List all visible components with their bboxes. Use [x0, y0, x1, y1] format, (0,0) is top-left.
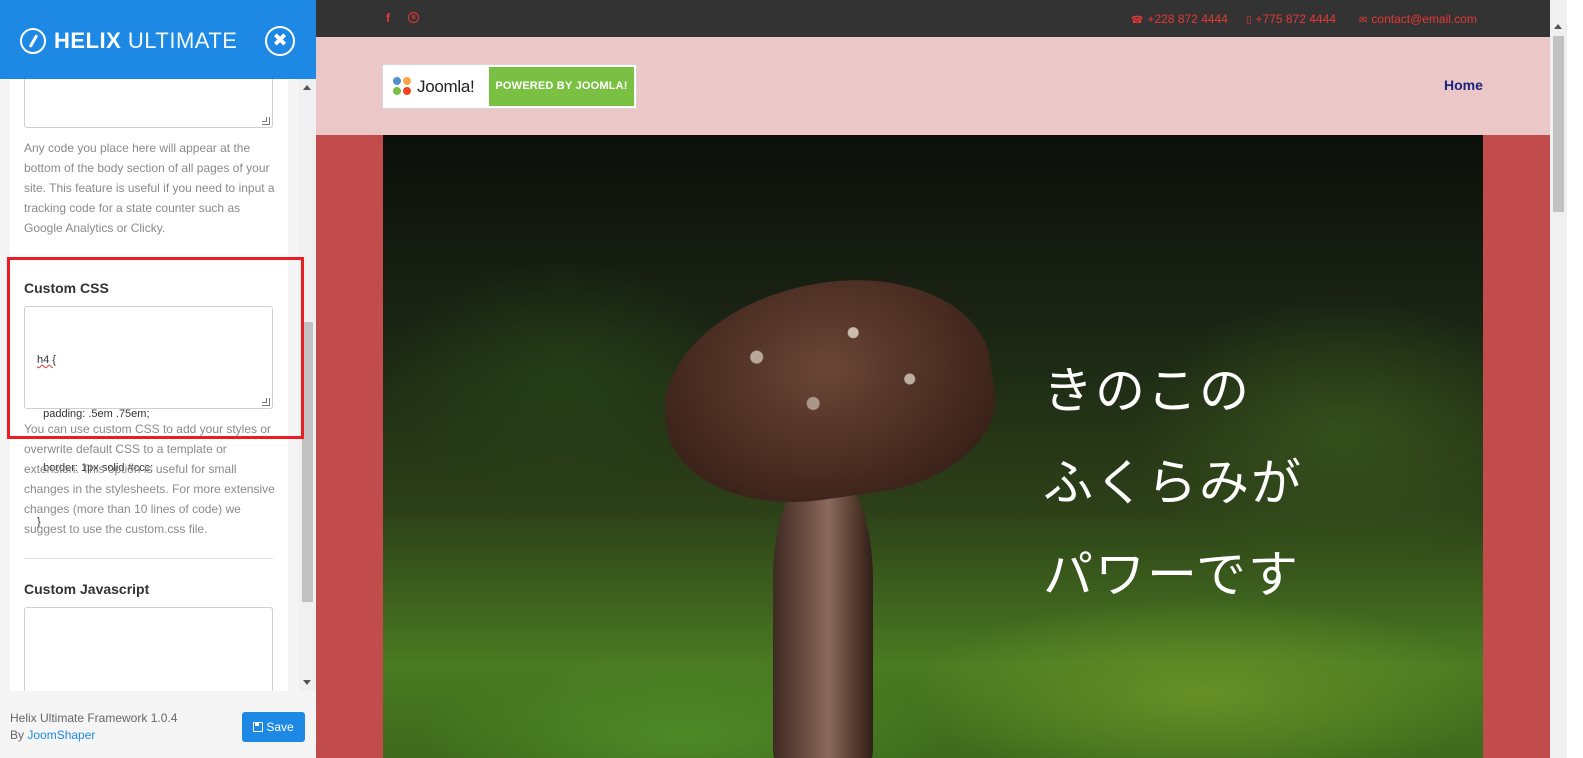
envelope-icon: ✉: [1359, 15, 1368, 26]
custom-js-textarea[interactable]: [24, 607, 273, 691]
brand-title-light: ULTIMATE: [127, 28, 238, 53]
panel-scrollbar[interactable]: [299, 79, 316, 691]
custom-css-help-text: You can use custom CSS to add your style…: [24, 422, 275, 536]
email-address: contact@email.com: [1371, 12, 1477, 26]
save-label: Save: [266, 720, 294, 734]
brand-title-bold: HELIX: [54, 28, 122, 53]
facebook-icon[interactable]: f: [386, 11, 390, 25]
mushroom-stem-graphic: [773, 480, 873, 758]
scroll-up-icon[interactable]: [303, 85, 311, 90]
powered-by-badge: POWERED BY JOOMLA!: [489, 67, 634, 106]
scroll-down-icon[interactable]: [303, 680, 311, 685]
scroll-up-icon[interactable]: [1554, 24, 1562, 29]
section-divider: [24, 558, 273, 559]
custom-css-textarea[interactable]: h4 { padding: .5em .75em; border: 1px so…: [24, 306, 273, 528]
save-button[interactable]: Save: [242, 712, 305, 742]
resize-handle-icon[interactable]: [262, 117, 270, 125]
mobile-number: +775 872 4444: [1255, 12, 1336, 26]
resize-handle-icon[interactable]: [262, 398, 270, 406]
hero-line: ふくらみが: [1043, 454, 1303, 512]
mushroom-cap-graphic: [649, 261, 1007, 520]
custom-code-help-text: Any code you place here will appear at t…: [24, 141, 275, 235]
skype-icon[interactable]: s: [408, 12, 419, 23]
framework-version: Helix Ultimate Framework 1.0.4: [10, 711, 178, 725]
floppy-disk-icon: [253, 722, 264, 732]
css-code-line-1: h4 {: [37, 354, 56, 366]
contact-email[interactable]: ✉ contact@email.com: [1359, 12, 1477, 26]
site-header: Joomla! POWERED BY JOOMLA! Home: [316, 37, 1550, 135]
close-icon[interactable]: ✖: [265, 26, 295, 56]
settings-panel: HELIX ULTIMATE ✖ Any code you place here…: [0, 0, 316, 758]
custom-code-textarea[interactable]: [24, 79, 273, 128]
brand-title: HELIX ULTIMATE: [54, 28, 237, 54]
hero-line: パワーです: [1043, 546, 1300, 604]
custom-css-label: Custom CSS: [24, 280, 109, 296]
hero-image: きのこの ふくらみが パワーです: [383, 135, 1483, 758]
hero-line: きのこの: [1043, 362, 1251, 420]
footer-by-label: By: [10, 728, 25, 742]
contact-phone[interactable]: ☎ +228 872 4444: [1131, 12, 1228, 26]
page-scrollbar[interactable]: [1550, 0, 1567, 758]
author-link[interactable]: JoomShaper: [27, 728, 95, 742]
panel-footer: Helix Ultimate Framework 1.0.4 By JoomSh…: [0, 691, 316, 758]
panel-body[interactable]: Any code you place here will appear at t…: [10, 79, 288, 691]
joomla-logo-area: Joomla!: [385, 67, 489, 106]
phone-icon: ☎: [1131, 15, 1144, 26]
phone-number: +228 872 4444: [1147, 12, 1228, 26]
helix-logo-icon: [20, 28, 46, 54]
panel-header: HELIX ULTIMATE ✖: [0, 0, 316, 79]
scrollbar-thumb[interactable]: [1553, 36, 1564, 212]
site-preview: f s ☎ +228 872 4444 ▯ +775 872 4444 ✉ conta…: [316, 0, 1550, 758]
window-edge: [1567, 0, 1583, 758]
contact-mobile[interactable]: ▯ +775 872 4444: [1246, 12, 1336, 26]
scrollbar-thumb[interactable]: [302, 322, 313, 602]
custom-js-label: Custom Javascript: [24, 581, 150, 597]
framework-author: By JoomShaper: [10, 728, 95, 742]
joomla-logo-icon: [393, 77, 413, 97]
css-code-line: h4 {: [37, 351, 260, 369]
mobile-icon: ▯: [1246, 15, 1252, 26]
site-logo[interactable]: Joomla! POWERED BY JOOMLA!: [383, 65, 636, 108]
nav-home-link[interactable]: Home: [1444, 77, 1483, 93]
site-topbar: f s ☎ +228 872 4444 ▯ +775 872 4444 ✉ conta…: [316, 0, 1550, 37]
hero-headline: きのこの ふくらみが パワーです: [1043, 345, 1423, 621]
joomla-wordmark: Joomla!: [417, 77, 475, 96]
